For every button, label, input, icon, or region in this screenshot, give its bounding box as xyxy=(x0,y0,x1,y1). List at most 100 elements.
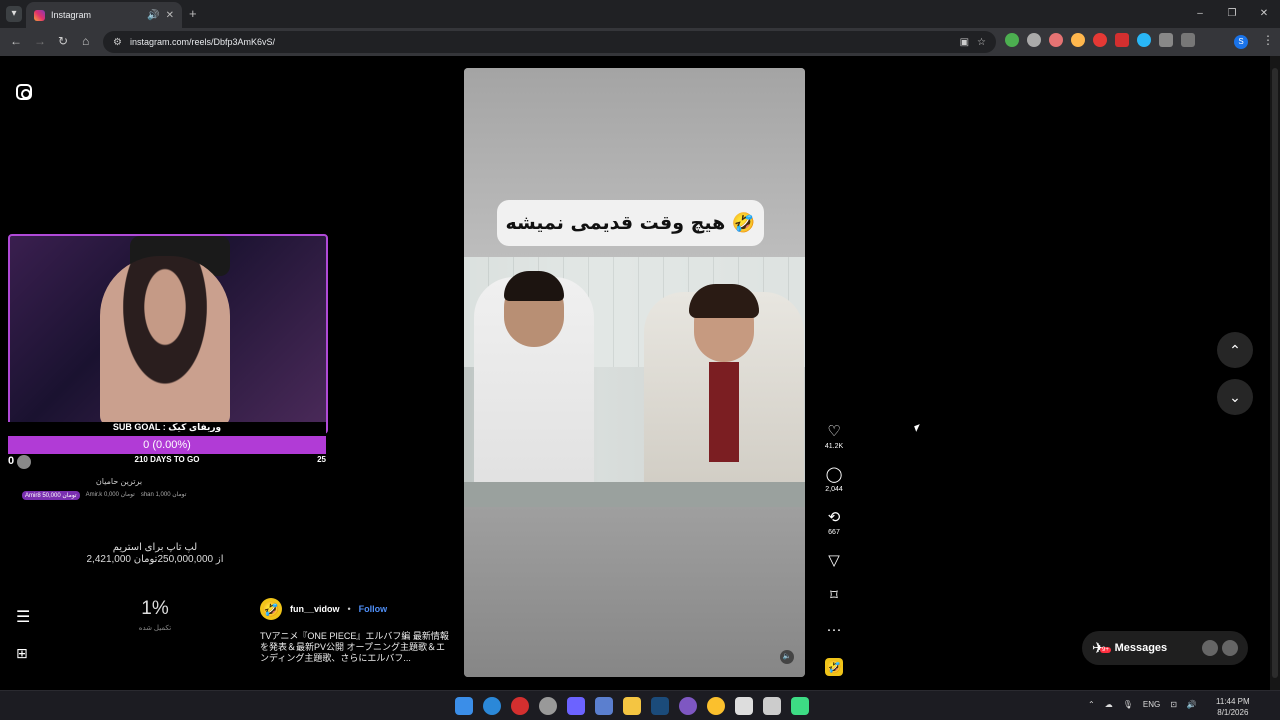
instagram-favicon-icon xyxy=(34,9,45,21)
like-action[interactable]: ♡ 41.2K xyxy=(820,424,848,451)
donor-list: Amir8 تومان 50,000 Amir.k تومان 0,000 sh… xyxy=(22,491,186,500)
next-reel-button[interactable]: ⌄ xyxy=(1217,379,1253,415)
app-icon[interactable] xyxy=(567,697,585,715)
volume-icon[interactable]: 🔊 xyxy=(1187,700,1197,709)
donor-item: Amir.k تومان 0,000 xyxy=(85,492,135,498)
new-tab-button[interactable]: + xyxy=(189,6,197,21)
app-icon[interactable] xyxy=(539,697,557,715)
edge-icon[interactable] xyxy=(483,697,501,715)
extensions-bar xyxy=(1005,33,1195,47)
home-icon[interactable]: ⌂ xyxy=(82,34,89,48)
cloud-icon[interactable]: ☁ xyxy=(1105,700,1113,709)
microphone-icon[interactable]: 🎙 xyxy=(1123,700,1133,709)
sub-goal-progress: 0 (0.00%) xyxy=(8,436,326,454)
video-bottom-area xyxy=(464,507,805,677)
tray-overflow-icon[interactable]: ⌃ xyxy=(1088,700,1095,709)
close-tab-icon[interactable]: ✕ xyxy=(166,10,174,21)
person-right xyxy=(644,284,804,507)
close-window-button[interactable]: ✕ xyxy=(1248,0,1280,28)
chrome-icon[interactable] xyxy=(707,697,725,715)
save-action[interactable]: ⌑ xyxy=(820,588,848,604)
app-icon[interactable] xyxy=(735,697,753,715)
messages-button[interactable]: ✈ 9+ Messages xyxy=(1082,631,1248,665)
extension-icon[interactable] xyxy=(1137,33,1151,47)
mute-button[interactable]: 🔈 xyxy=(780,650,794,664)
repost-icon[interactable]: ⟲ xyxy=(820,510,848,526)
speaker-icon[interactable]: 🔊 xyxy=(147,10,159,21)
heart-icon[interactable]: ♡ xyxy=(820,424,848,440)
app-icon[interactable] xyxy=(679,697,697,715)
minimize-button[interactable]: – xyxy=(1184,0,1216,28)
donation-goal-title: لپ تاپ برای استریم xyxy=(112,542,198,553)
reel-video[interactable]: هیچ وقت قدیمی نمیشه 🤣 🔈 xyxy=(464,68,805,677)
comment-icon[interactable]: ◯ xyxy=(820,467,848,483)
also-from-meta-icon[interactable]: ⊞ xyxy=(16,645,28,662)
profile-avatar[interactable]: S xyxy=(1234,35,1248,49)
sub-goal-label: SUB GOAL : وریفای کیک xyxy=(8,422,326,436)
share-icon[interactable]: ▽ xyxy=(820,553,848,569)
audio-thumbnail[interactable]: 🤣 xyxy=(825,658,843,676)
app-icon[interactable] xyxy=(595,697,613,715)
previous-reel-button[interactable]: ⌃ xyxy=(1217,332,1253,368)
extension-icon[interactable] xyxy=(1049,33,1063,47)
clock[interactable]: 11:44 PM 8/1/2026 xyxy=(1216,696,1250,718)
extension-icon[interactable] xyxy=(1027,33,1041,47)
tab-search-dropdown[interactable]: ▾ xyxy=(6,6,22,22)
start-icon[interactable] xyxy=(455,697,473,715)
extension-icon[interactable] xyxy=(1115,33,1129,47)
counter-top xyxy=(464,482,805,507)
mouse-cursor xyxy=(914,424,922,432)
windows-taskbar: ⌃ ☁ 🎙 ENG ⊡ 🔊 11:44 PM 8/1/2026 xyxy=(0,690,1280,720)
streamer-webcam xyxy=(8,234,328,434)
clock-date: 8/1/2026 xyxy=(1217,708,1249,717)
app-icon[interactable] xyxy=(763,697,781,715)
url-text[interactable]: instagram.com/reels/Dbfp3AmK6vS/ xyxy=(130,37,952,47)
extension-icon[interactable] xyxy=(1071,33,1085,47)
follow-button[interactable]: Follow xyxy=(359,604,388,614)
donation-goal-progress: 2,421,000 از 250,000,000تومان xyxy=(86,554,224,565)
more-options-icon[interactable]: ··· xyxy=(820,622,848,638)
more-menu-icon[interactable]: ☰ xyxy=(16,607,30,627)
bookmark-icon[interactable]: ⌑ xyxy=(820,588,848,604)
scrollbar-thumb[interactable] xyxy=(1272,68,1278,678)
reel-author: 🤣 fun__vidow • Follow xyxy=(260,598,387,620)
donor-item: shan تومان 1,000 xyxy=(140,492,187,498)
app-icon[interactable] xyxy=(511,697,529,715)
share-action[interactable]: ▽ xyxy=(820,553,848,569)
tab-instagram[interactable]: Instagram 🔊 ✕ xyxy=(26,2,182,28)
author-username[interactable]: fun__vidow xyxy=(290,604,340,614)
extension-icon[interactable] xyxy=(1093,33,1107,47)
maximize-button[interactable]: ❐ xyxy=(1216,0,1248,28)
reload-icon[interactable]: ↻ xyxy=(58,34,68,48)
comment-action[interactable]: ◯ 2,044 xyxy=(820,467,848,494)
file-explorer-icon[interactable] xyxy=(623,697,641,715)
network-icon[interactable]: ⊡ xyxy=(1170,700,1177,709)
sub-goal-target: 25 xyxy=(317,455,326,464)
clock-time: 11:44 PM xyxy=(1216,697,1250,706)
sub-goal-info: 0 210 DAYS TO GO 25 xyxy=(8,455,326,469)
reel-description[interactable]: TVアニメ『ONE PIECE』エルバフ編 最新情報を発表＆最新PV公開 オープ… xyxy=(260,631,450,664)
app-icon[interactable] xyxy=(791,697,809,715)
more-options-action[interactable]: ··· xyxy=(820,622,848,638)
page-scrollbar[interactable] xyxy=(1270,56,1280,690)
forward-icon[interactable]: → xyxy=(34,34,46,48)
site-info-icon[interactable]: ⚙ xyxy=(113,37,122,48)
install-app-icon[interactable]: ▣ xyxy=(960,37,969,48)
instagram-logo-icon[interactable] xyxy=(16,84,32,100)
steam-icon[interactable] xyxy=(651,697,669,715)
address-bar[interactable]: ⚙ instagram.com/reels/Dbfp3AmK6vS/ ▣ ☆ xyxy=(103,31,996,53)
person-left xyxy=(474,271,594,507)
repost-action[interactable]: ⟲ 667 xyxy=(820,510,848,537)
browser-menu-icon[interactable]: ⋮ xyxy=(1262,33,1274,47)
reading-list-icon[interactable] xyxy=(1181,33,1195,47)
avatar xyxy=(1222,640,1238,656)
message-avatars xyxy=(1202,640,1238,656)
browser-tab-strip: ▾ Instagram 🔊 ✕ + – ❐ ✕ xyxy=(0,0,1280,28)
language-indicator[interactable]: ENG xyxy=(1143,700,1160,709)
author-avatar[interactable]: 🤣 xyxy=(260,598,282,620)
extension-icon[interactable] xyxy=(1005,33,1019,47)
extensions-puzzle-icon[interactable] xyxy=(1159,33,1173,47)
bookmark-star-icon[interactable]: ☆ xyxy=(977,37,986,48)
taskbar-apps xyxy=(455,697,809,715)
back-icon[interactable]: ← xyxy=(10,34,22,48)
